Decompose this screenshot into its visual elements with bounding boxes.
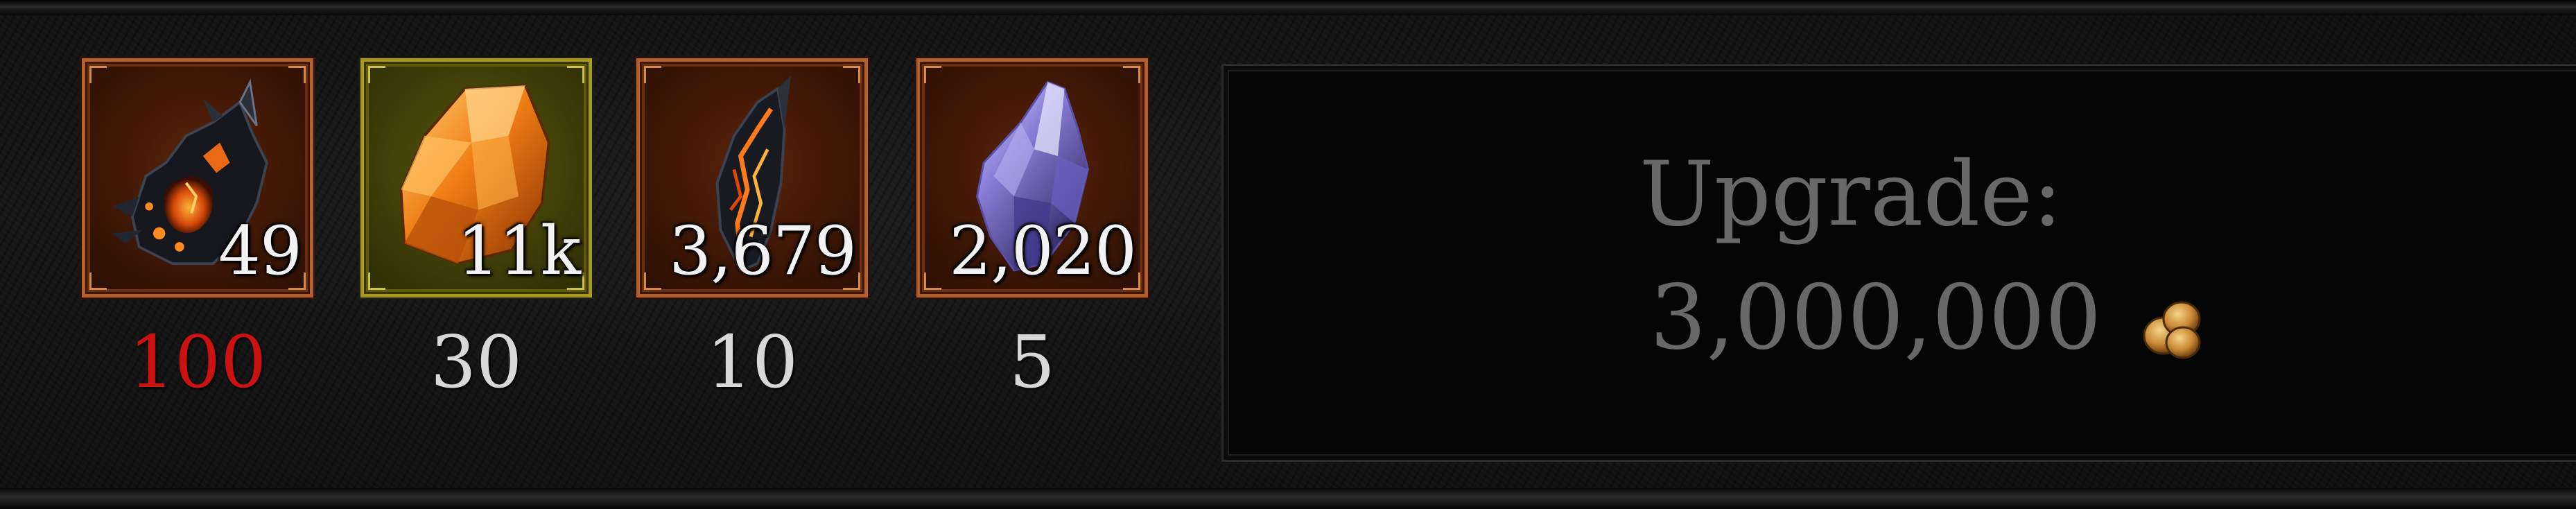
owned-count: 11k bbox=[457, 212, 581, 290]
panel-top-border bbox=[0, 0, 2576, 15]
owned-count: 49 bbox=[218, 212, 302, 290]
material-slot-obsidian[interactable]: 49 bbox=[82, 58, 313, 297]
required-count: 30 bbox=[430, 320, 523, 404]
upgrade-panel: 49 11k 3,679 2,020 100 30 10 5 Upgrade: … bbox=[0, 0, 2576, 509]
owned-count: 2,020 bbox=[949, 212, 1137, 290]
owned-count: 3,679 bbox=[669, 212, 857, 290]
required-count: 5 bbox=[1009, 320, 1056, 404]
material-slot-ember[interactable]: 3,679 bbox=[636, 58, 868, 297]
gold-coins-icon bbox=[2143, 301, 2201, 359]
required-count: 10 bbox=[706, 320, 799, 404]
material-slot-amethyst[interactable]: 2,020 bbox=[916, 58, 1148, 297]
upgrade-label: Upgrade: bbox=[1639, 143, 2063, 246]
required-count: 100 bbox=[128, 320, 267, 404]
material-slot-amber[interactable]: 11k bbox=[360, 58, 592, 297]
panel-bottom-border bbox=[0, 488, 2576, 509]
upgrade-cost: 3,000,000 bbox=[1650, 266, 2102, 370]
upgrade-button[interactable]: Upgrade: 3,000,000 bbox=[1221, 64, 2576, 462]
